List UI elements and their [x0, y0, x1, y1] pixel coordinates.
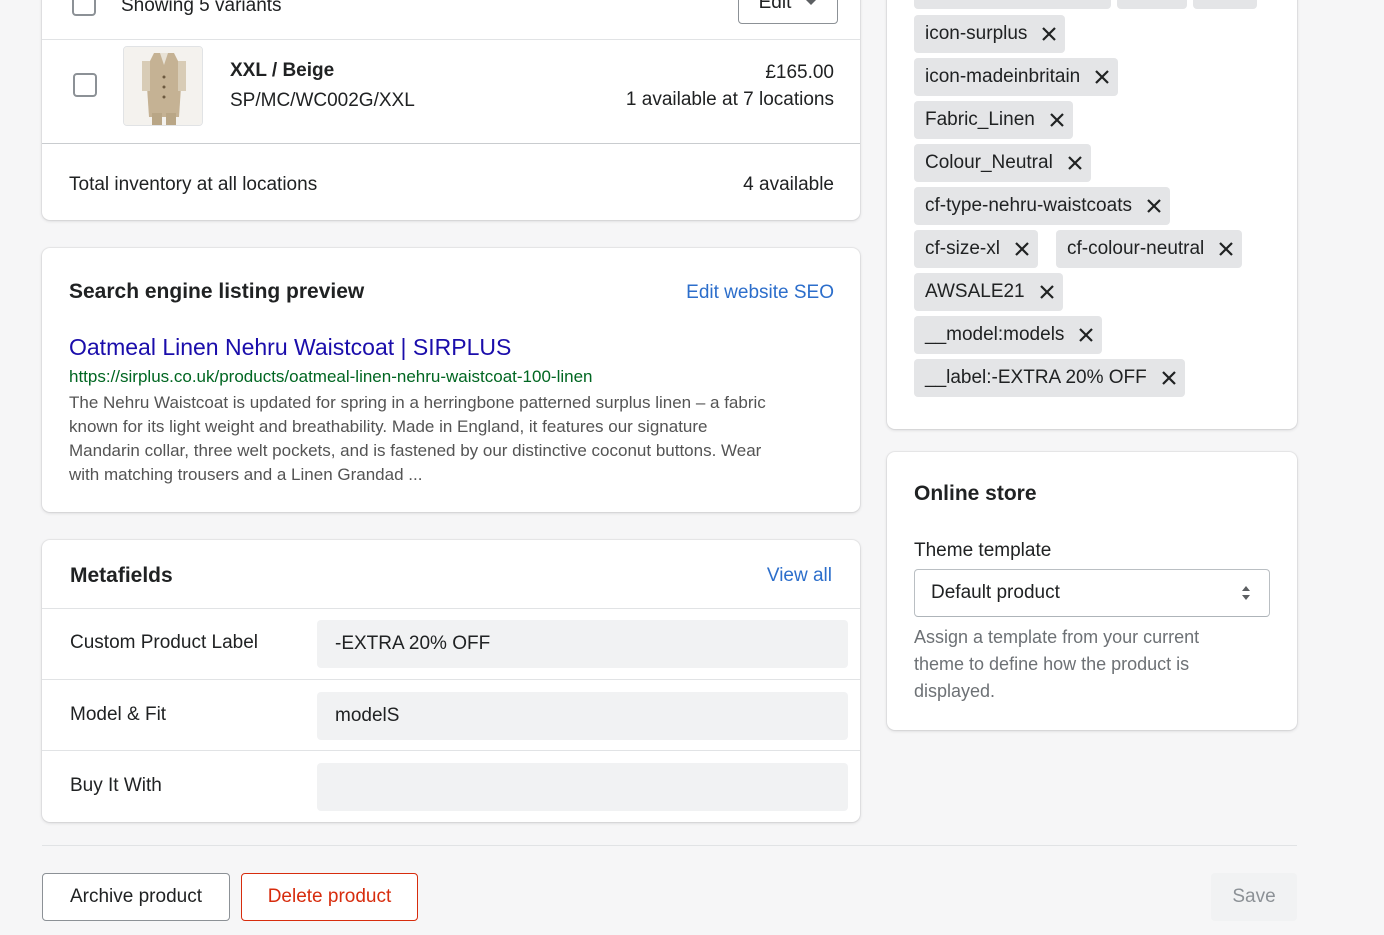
metafield-label: Model & Fit	[70, 704, 167, 725]
tag-label: AWSALE21	[925, 281, 1025, 302]
seo-heading: Search engine listing preview	[69, 280, 365, 303]
metafield-label: Custom Product Label	[70, 632, 258, 653]
seo-description-line: known for its light weight and breathabi…	[69, 417, 708, 436]
help-text-line: displayed.	[914, 681, 996, 701]
variant-checkbox[interactable]	[73, 73, 97, 97]
tag-chip: icon-surplus	[914, 15, 1066, 53]
metafield-value: modelS	[335, 705, 400, 726]
remove-tag-icon[interactable]	[1067, 155, 1083, 171]
variant-sku: SP/MC/WC002G/XXL	[230, 90, 415, 111]
theme-template-help: Assign a template from your current them…	[914, 624, 1199, 705]
metafield-value: -EXTRA 20% OFF	[335, 633, 491, 654]
select-all-checkbox[interactable]	[72, 0, 96, 16]
metafields-heading: Metafields	[70, 564, 173, 587]
remove-tag-icon[interactable]	[1161, 370, 1177, 386]
tag-chip: __label:-EXTRA 20% OFF	[914, 359, 1185, 397]
remove-tag-icon[interactable]	[1146, 198, 1162, 214]
seo-description-line: with matching trousers and a Linen Grand…	[69, 465, 423, 484]
tag-chip: cf-size-xl	[914, 230, 1038, 268]
tag-partial	[1117, 0, 1187, 9]
remove-tag-icon[interactable]	[1039, 284, 1055, 300]
remove-tag-icon[interactable]	[1014, 241, 1030, 257]
divider	[42, 750, 860, 751]
tag-label: Colour_Neutral	[925, 152, 1053, 173]
theme-template-value: Default product	[931, 582, 1060, 603]
tag-label: icon-surplus	[925, 23, 1028, 44]
tag-label: __label:-EXTRA 20% OFF	[925, 367, 1147, 388]
tag-chip: cf-colour-neutral	[1056, 230, 1243, 268]
tag-label: cf-colour-neutral	[1067, 238, 1205, 259]
divider	[42, 679, 860, 680]
tag-label: cf-size-xl	[925, 238, 1000, 259]
metafield-label: Buy It With	[70, 775, 162, 796]
theme-template-label: Theme template	[914, 540, 1052, 561]
delete-product-button[interactable]: Delete product	[241, 873, 418, 921]
remove-tag-icon[interactable]	[1049, 112, 1065, 128]
tag-label: Fabric_Linen	[925, 109, 1035, 130]
remove-tag-icon[interactable]	[1094, 69, 1110, 85]
edit-website-seo-link[interactable]: Edit website SEO	[686, 282, 834, 304]
variant-thumbnail[interactable]	[123, 46, 203, 126]
edit-button-label: Edit	[758, 0, 792, 13]
variant-title: XXL / Beige	[230, 60, 335, 81]
tag-label: __model:models	[925, 324, 1065, 345]
metafield-input[interactable]: modelS	[317, 692, 848, 740]
total-inventory-value: 4 available	[743, 174, 834, 195]
save-button[interactable]: Save	[1211, 873, 1297, 921]
tag-label: cf-type-nehru-waistcoats	[925, 195, 1132, 216]
tag-chip: Fabric_Linen	[914, 101, 1073, 139]
seo-description-line: The Nehru Waistcoat is updated for sprin…	[69, 393, 766, 412]
variant-availability: 1 available at 7 locations	[625, 89, 834, 110]
caret-down-icon	[806, 0, 817, 5]
waistcoat-image	[124, 47, 202, 125]
tag-chip: cf-type-nehru-waistcoats	[914, 187, 1170, 225]
metafield-input[interactable]	[317, 763, 848, 811]
tag-chip: icon-madeinbritain	[914, 58, 1119, 96]
remove-tag-icon[interactable]	[1078, 327, 1094, 343]
footer-divider	[42, 845, 1297, 846]
divider	[42, 608, 860, 609]
help-text-line: Assign a template from your current	[914, 627, 1200, 647]
archive-product-button[interactable]: Archive product	[42, 873, 230, 921]
tag-label: icon-madeinbritain	[925, 66, 1081, 87]
remove-tag-icon[interactable]	[1041, 26, 1057, 42]
view-all-metafields-link[interactable]: View all	[767, 565, 832, 587]
showing-variants-label: Showing 5 variants	[121, 0, 282, 16]
seo-page-title: Oatmeal Linen Nehru Waistcoat | SIRPLUS	[69, 334, 512, 360]
select-arrows-icon	[1242, 586, 1250, 600]
seo-url: https://sirplus.co.uk/products/oatmeal-l…	[69, 367, 593, 386]
tag-chip: __model:models	[914, 316, 1103, 354]
seo-description-line: Mandarin collar, three welt pockets, and…	[69, 441, 762, 460]
online-store-heading: Online store	[914, 482, 1037, 505]
tag-chip: AWSALE21	[914, 273, 1063, 311]
tag-partial	[914, 0, 1111, 9]
theme-template-select[interactable]: Default product	[914, 569, 1270, 617]
help-text-line: theme to define how the product is	[914, 654, 1190, 674]
total-inventory-label: Total inventory at all locations	[69, 174, 318, 195]
tag-partial	[1193, 0, 1257, 9]
seo-preview-card: Search engine listing preview Edit websi…	[42, 248, 860, 512]
metafields-card: Metafields View all Custom Product Label…	[42, 540, 860, 822]
variant-price: £165.00	[765, 62, 834, 83]
variant-row[interactable]: XXL / Beige SP/MC/WC002G/XXL £165.00 1 a…	[42, 40, 860, 143]
variants-card: Showing 5 variants Edit XXL / Beige SP/M…	[42, 0, 860, 220]
tag-chip: Colour_Neutral	[914, 144, 1091, 182]
seo-description: The Nehru Waistcoat is updated for sprin…	[69, 391, 766, 487]
divider	[42, 143, 860, 144]
remove-tag-icon[interactable]	[1218, 241, 1234, 257]
online-store-card: Online store Theme template Default prod…	[887, 452, 1297, 730]
metafield-input[interactable]: -EXTRA 20% OFF	[317, 620, 848, 668]
edit-variants-button[interactable]: Edit	[738, 0, 838, 24]
